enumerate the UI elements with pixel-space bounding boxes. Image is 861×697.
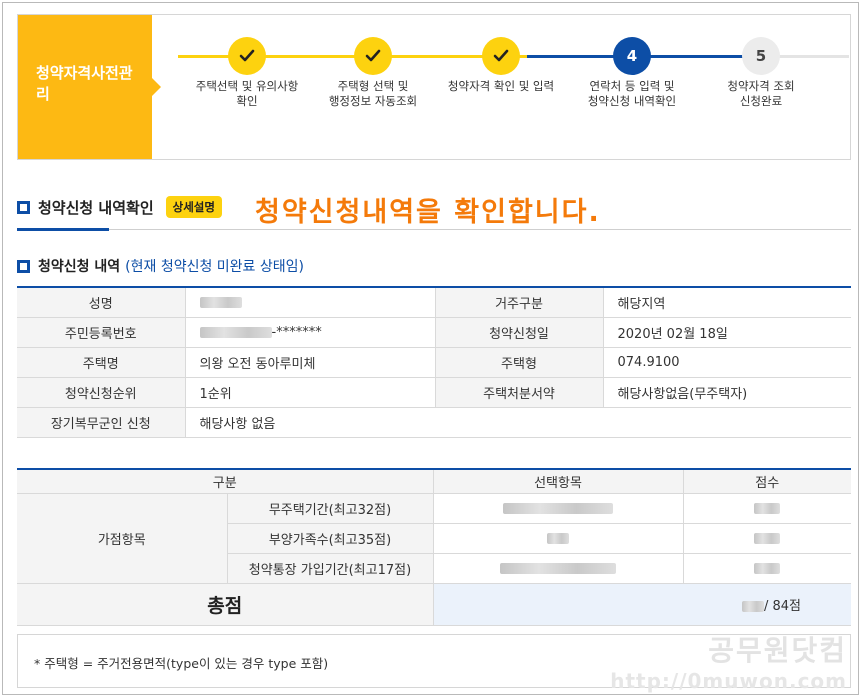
choice-header: 선택항목	[433, 469, 684, 494]
table-row: 주택명 의왕 오전 동아루미체 주택형 074.9100	[17, 347, 851, 378]
watermark-site: 공무원닷컴	[708, 634, 847, 667]
redacted-value	[199, 296, 242, 308]
group-label: 가점항목	[17, 493, 228, 584]
table-row: 성명 거주구분 해당지역	[17, 287, 851, 318]
redacted-value	[500, 562, 616, 574]
check-icon	[354, 37, 392, 75]
row-label: 무주택기간(최고32점)	[227, 493, 434, 524]
check-icon	[482, 37, 520, 75]
step-3: 청약자격 확인 및 입력	[431, 37, 571, 94]
section-title-text: 청약신청 내역확인	[38, 198, 154, 217]
total-row: 총점 / 84점	[17, 583, 851, 626]
type-label: 주택형	[435, 347, 604, 378]
choice-value	[433, 553, 684, 584]
step-progress: 청약자격사전관리 주택선택 및 유의사항 확인 주택형 선택 및 행정정보 자동조회…	[17, 14, 851, 160]
rrn-value: -*******	[185, 317, 436, 348]
step-number: 4	[613, 37, 651, 75]
application-info-table: 성명 거주구분 해당지역 주민등록번호 -******* 청약신청일 2020년…	[17, 286, 851, 438]
points-value	[683, 523, 851, 554]
status-note: (현재 청약신청 미완료 상태임)	[125, 259, 304, 275]
category-header: 구분	[17, 469, 434, 494]
step-4: 4 연락처 등 입력 및 청약신청 내역확인	[562, 37, 702, 109]
residence-label: 거주구분	[435, 287, 604, 318]
date-label: 청약신청일	[435, 317, 604, 348]
check-icon	[228, 37, 266, 75]
points-header: 점수	[683, 469, 851, 494]
row-label: 청약통장 가입기간(최고17점)	[227, 553, 434, 584]
redacted-value	[503, 502, 613, 514]
table-row: 장기복무군인 신청 해당사항 없음	[17, 407, 851, 438]
subsection-title: 청약신청 내역 (현재 청약신청 미완료 상태임)	[17, 256, 304, 276]
points-value	[683, 553, 851, 584]
score-table: 구분 선택항목 점수 가점항목 무주택기간(최고32점) 부양가족수(최고35점…	[17, 468, 851, 626]
step-5: 5 청약자격 조회 신청완료	[691, 37, 831, 109]
military-label: 장기복무군인 신청	[17, 407, 186, 438]
step-1: 주택선택 및 유의사항 확인	[177, 37, 317, 109]
house-label: 주택명	[17, 347, 186, 378]
rrn-label: 주민등록번호	[17, 317, 186, 348]
redacted-value	[754, 562, 781, 574]
table-row: 가점항목 무주택기간(최고32점)	[17, 493, 851, 584]
residence-value: 해당지역	[603, 287, 851, 318]
step-label: 청약자격 확인 및 입력	[447, 79, 555, 93]
total-label: 총점	[17, 583, 434, 626]
choice-value	[433, 523, 684, 554]
date-value: 2020년 02월 18일	[603, 317, 851, 348]
table-row: 청약신청순위 1순위 주택처분서약 해당사항없음(무주택자)	[17, 377, 851, 408]
house-value: 의왕 오전 동아루미체	[185, 347, 436, 378]
step-number: 5	[742, 37, 780, 75]
disposal-label: 주택처분서약	[435, 377, 604, 408]
section-title: 청약신청 내역확인 상세설명	[17, 196, 222, 218]
step-label: 연락처 등 입력 및 청약신청 내역확인	[587, 79, 677, 108]
detail-button[interactable]: 상세설명	[165, 196, 222, 218]
type-value: 074.9100	[603, 347, 851, 378]
military-value: 해당사항 없음	[185, 407, 851, 438]
table-row: 주민등록번호 -******* 청약신청일 2020년 02월 18일	[17, 317, 851, 348]
rank-value: 1순위	[185, 377, 436, 408]
annotation-text: 청약신청내역을 확인합니다.	[255, 197, 601, 228]
redacted-value	[547, 532, 569, 544]
name-value	[185, 287, 436, 318]
step-2: 주택형 선택 및 행정정보 자동조회	[303, 37, 443, 109]
row-label: 부양가족수(최고35점)	[227, 523, 434, 554]
step-label: 청약자격 조회 신청완료	[727, 79, 795, 108]
redacted-value	[199, 326, 272, 338]
rank-label: 청약신청순위	[17, 377, 186, 408]
step-label: 주택선택 및 유의사항 확인	[195, 79, 299, 108]
section-divider	[17, 228, 851, 231]
redacted-value	[754, 532, 781, 544]
redacted-value	[754, 502, 781, 514]
watermark-url: http://0muwon.com	[610, 669, 847, 693]
name-label: 성명	[17, 287, 186, 318]
choice-value	[433, 493, 684, 524]
step-label: 주택형 선택 및 행정정보 자동조회	[328, 79, 418, 108]
total-value: / 84점	[433, 583, 851, 626]
redacted-value	[741, 600, 764, 612]
step-tag: 청약자격사전관리	[18, 15, 161, 159]
points-value	[683, 493, 851, 524]
square-bullet-icon	[17, 259, 30, 273]
table-header-row: 구분 선택항목 점수	[17, 469, 851, 494]
square-bullet-icon	[17, 200, 30, 214]
disposal-value: 해당사항없음(무주택자)	[603, 377, 851, 408]
